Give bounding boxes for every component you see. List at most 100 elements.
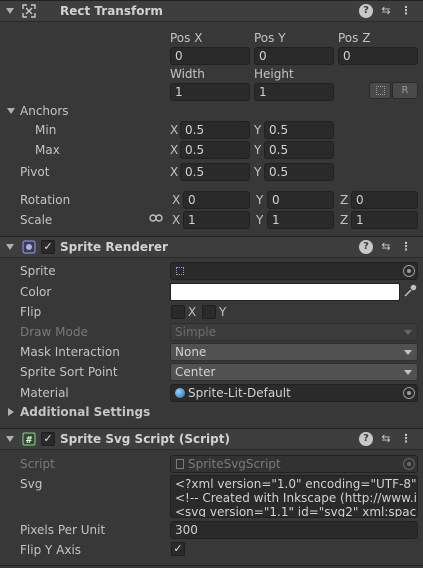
flip-y-axis-checkbox[interactable]: ✓ [171, 542, 185, 556]
flip-y-axis-label: Flip Y Axis [20, 543, 82, 557]
sprite-sort-point-dropdown[interactable]: Center [170, 363, 418, 381]
material-value: Sprite-Lit-Default [188, 386, 291, 400]
pos-z-label: Pos Z [338, 31, 371, 45]
fold-arrow-icon[interactable] [6, 244, 14, 250]
min-y-axis-label: Y [254, 123, 262, 137]
pivot-x-axis-label: X [170, 165, 179, 179]
chevron-down-icon [404, 370, 412, 375]
sprite-renderer-enabled-checkbox[interactable]: ✓ [41, 240, 55, 254]
max-x-axis-label: X [170, 143, 179, 157]
more-icon[interactable]: ⋮ [399, 240, 413, 254]
bottom-divider [0, 565, 423, 566]
pos-y-label: Pos Y [254, 31, 286, 45]
fold-arrow-icon[interactable] [6, 8, 14, 14]
rotation-y-field[interactable]: 0 [267, 191, 334, 209]
scale-label: Scale [20, 213, 53, 227]
flip-x-checkbox[interactable] [171, 305, 185, 319]
pos-x-label: Pos X [170, 31, 203, 45]
pixels-per-unit-field[interactable]: 300 [170, 521, 418, 539]
additional-settings-fold-icon[interactable] [8, 408, 14, 416]
anchor-max-y-field[interactable]: 0.5 [264, 141, 334, 159]
pos-y-field[interactable]: 0 [254, 47, 334, 65]
mask-interaction-dropdown[interactable]: None [170, 343, 418, 361]
rotation-z-field[interactable]: 0 [351, 191, 418, 209]
more-icon[interactable]: ⋮ [399, 4, 413, 18]
pivot-x-field[interactable]: 0.5 [180, 163, 250, 181]
width-label: Width [170, 67, 205, 81]
max-y-axis-label: Y [254, 143, 262, 157]
pixels-per-unit-label: Pixels Per Unit [20, 523, 106, 537]
component-title: Sprite Svg Script (Script) [60, 432, 230, 446]
rot-z-axis-label: Z [340, 193, 349, 207]
object-picker-icon[interactable] [403, 387, 415, 399]
svg-label: Svg [20, 477, 43, 491]
rotation-label: Rotation [20, 193, 71, 207]
blueprint-mode-button[interactable] [369, 82, 391, 99]
min-x-axis-label: X [170, 123, 179, 137]
presets-icon[interactable]: ⇆ [379, 240, 393, 254]
rect-transform-header[interactable]: Rect Transform ? ⇆ ⋮ [0, 0, 423, 22]
sprite-label: Sprite [20, 264, 56, 278]
flip-y-checkbox[interactable] [202, 305, 216, 319]
scale-z-field[interactable]: 1 [351, 211, 418, 229]
help-icon[interactable]: ? [359, 240, 373, 254]
script-enabled-checkbox[interactable]: ✓ [41, 432, 55, 446]
height-field[interactable]: 1 [254, 83, 334, 101]
script-icon: # [22, 432, 36, 446]
anchors-fold-icon[interactable] [7, 108, 15, 114]
material-field[interactable]: Sprite-Lit-Default [170, 384, 418, 402]
presets-icon[interactable]: ⇆ [379, 4, 393, 18]
rot-x-axis-label: X [172, 193, 181, 207]
scale-z-axis-label: Z [340, 213, 349, 227]
more-icon[interactable]: ⋮ [399, 432, 413, 446]
svg-textarea[interactable]: <?xml version="1.0" encoding="UTF-8" sta… [170, 475, 418, 518]
width-field[interactable]: 1 [170, 83, 250, 101]
draw-mode-label: Draw Mode [20, 325, 88, 339]
additional-settings-label[interactable]: Additional Settings [20, 405, 150, 419]
svg-text-line: <?xml version="1.0" encoding="UTF-8" sta [175, 477, 418, 491]
scale-y-axis-label: Y [256, 213, 264, 227]
raw-edit-button[interactable]: R [392, 82, 418, 99]
scale-x-field[interactable]: 1 [183, 211, 250, 229]
material-sphere-icon [175, 388, 185, 398]
color-label: Color [20, 285, 52, 299]
anchor-max-label: Max [35, 143, 60, 157]
anchor-max-x-field[interactable]: 0.5 [180, 141, 250, 159]
svg-text-line: <!-- Created with Inkscape (http://www.i… [175, 491, 418, 505]
object-picker-icon[interactable] [403, 265, 415, 277]
anchor-min-y-field[interactable]: 0.5 [264, 121, 334, 139]
flip-x-label: X [188, 305, 197, 319]
pivot-y-field[interactable]: 0.5 [264, 163, 334, 181]
link-icon[interactable] [149, 212, 163, 224]
sprite-renderer-icon [22, 240, 36, 254]
help-icon[interactable]: ? [359, 4, 373, 18]
color-picker-icon[interactable] [403, 284, 417, 298]
anchors-label: Anchors [20, 104, 69, 118]
component-title: Sprite Renderer [60, 240, 168, 254]
mask-interaction-label: Mask Interaction [20, 345, 120, 359]
draw-mode-value: Simple [175, 325, 216, 339]
scale-y-field[interactable]: 1 [267, 211, 334, 229]
fold-arrow-icon[interactable] [6, 436, 14, 442]
presets-icon[interactable]: ⇆ [379, 432, 393, 446]
pivot-y-axis-label: Y [254, 165, 262, 179]
anchor-min-x-field[interactable]: 0.5 [180, 121, 250, 139]
svg-text:#: # [26, 435, 32, 446]
sprite-field[interactable] [170, 262, 418, 280]
script-label: Script [20, 457, 55, 471]
script-value: SpriteSvgScript [188, 457, 281, 471]
flip-label: Flip [20, 305, 42, 319]
pos-x-field[interactable]: 0 [170, 47, 250, 65]
sprite-renderer-header[interactable]: ✓ Sprite Renderer ? ⇆ ⋮ [0, 236, 423, 258]
pos-z-field[interactable]: 0 [338, 47, 418, 65]
sprite-svg-script-header[interactable]: # ✓ Sprite Svg Script (Script) ? ⇆ ⋮ [0, 428, 423, 450]
mask-interaction-value: None [175, 345, 207, 359]
blueprint-icon [375, 86, 385, 95]
color-swatch[interactable] [170, 283, 400, 301]
flip-y-label: Y [219, 305, 227, 319]
svg-text-line: <svg version="1.1" id="svg2" xml:space="… [175, 505, 417, 518]
rot-y-axis-label: Y [256, 193, 264, 207]
help-icon[interactable]: ? [359, 432, 373, 446]
rotation-x-field[interactable]: 0 [183, 191, 250, 209]
anchor-min-label: Min [35, 123, 57, 137]
